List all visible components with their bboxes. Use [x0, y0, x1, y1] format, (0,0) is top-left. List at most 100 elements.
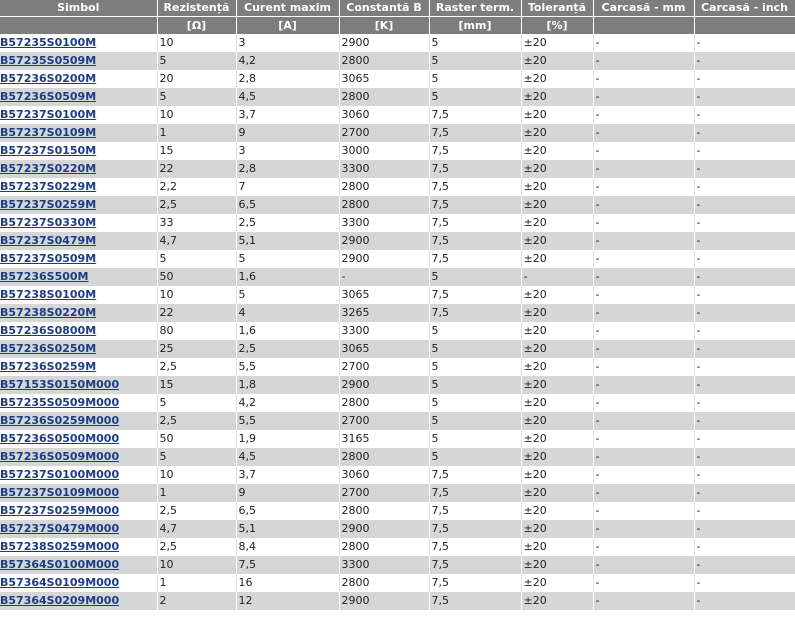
cell-carcasa-inch: -	[694, 520, 795, 538]
product-link[interactable]: B57236S0509M	[0, 90, 96, 103]
table-header: Simbol Rezistență Curent maxim Constantă BR…	[0, 0, 795, 34]
product-link[interactable]: B57364S0209M000	[0, 594, 119, 607]
cell-curent: 5,5	[236, 412, 340, 430]
cell-carcasa-mm: -	[593, 322, 695, 340]
product-link[interactable]: B57237S0479M	[0, 234, 96, 247]
cell-constanta: 3300	[339, 556, 430, 574]
product-link[interactable]: B57237S0330M	[0, 216, 96, 229]
cell-toleranta: ±20	[521, 322, 594, 340]
product-link[interactable]: B57236S500M	[0, 270, 88, 283]
unit-cell: [mm]	[429, 16, 522, 34]
table-row: B57236S0250M 25 2,5 3065 5 ±20- -	[0, 340, 795, 358]
product-link[interactable]: B57237S0100M	[0, 108, 96, 121]
cell-raster: 7,5	[429, 484, 522, 502]
product-link[interactable]: B57237S0220M	[0, 162, 96, 175]
cell-toleranta: ±20	[521, 574, 594, 592]
product-link[interactable]: B57237S0509M	[0, 252, 96, 265]
cell-constanta: 2800	[339, 178, 430, 196]
cell-carcasa-inch: -	[694, 88, 795, 106]
cell-raster: 7,5	[429, 214, 522, 232]
product-link[interactable]: B57237S0479M000	[0, 522, 119, 535]
product-link[interactable]: B57238S0100M	[0, 288, 96, 301]
product-link[interactable]: B57236S0250M	[0, 342, 96, 355]
product-link[interactable]: B57237S0109M000	[0, 486, 119, 499]
product-link[interactable]: B57235S0509M000	[0, 396, 119, 409]
cell-raster: 5	[429, 430, 522, 448]
cell-constanta: 2800	[339, 448, 430, 466]
cell-constanta: 3065	[339, 70, 430, 88]
cell-simbol: B57237S0150M	[0, 142, 158, 160]
product-link[interactable]: B57235S0100M	[0, 36, 96, 49]
cell-rezistenta: 50	[157, 268, 237, 286]
cell-carcasa-inch: -	[694, 376, 795, 394]
cell-carcasa-mm: -	[593, 34, 695, 52]
header-row: Simbol Rezistență Curent maxim Constantă BR…	[0, 0, 795, 17]
cell-curent: 9	[236, 124, 340, 142]
product-link[interactable]: B57237S0259M000	[0, 504, 119, 517]
cell-rezistenta: 5	[157, 394, 237, 412]
cell-carcasa-mm: -	[593, 592, 695, 610]
cell-constanta: 2800	[339, 52, 430, 70]
product-link[interactable]: B57364S0100M000	[0, 558, 119, 571]
product-link[interactable]: B57238S0220M	[0, 306, 96, 319]
cell-carcasa-inch: -	[694, 142, 795, 160]
cell-simbol: B57236S0259M000	[0, 412, 158, 430]
cell-simbol: B57237S0109M000	[0, 484, 158, 502]
product-link[interactable]: B57235S0509M	[0, 54, 96, 67]
product-link[interactable]: B57237S0229M	[0, 180, 96, 193]
product-link[interactable]: B57237S0150M	[0, 144, 96, 157]
cell-simbol: B57364S0109M000	[0, 574, 158, 592]
cell-rezistenta: 1	[157, 574, 237, 592]
product-link[interactable]: B57364S0109M000	[0, 576, 119, 589]
product-link[interactable]: B57153S0150M000	[0, 378, 119, 391]
cell-raster: 5	[429, 34, 522, 52]
cell-constanta: 2800	[339, 394, 430, 412]
cell-simbol: B57237S0479M000	[0, 520, 158, 538]
unit-cell	[593, 16, 695, 34]
product-link[interactable]: B57238S0259M000	[0, 540, 119, 553]
product-link[interactable]: B57237S0100M000	[0, 468, 119, 481]
unit-cell: [%]	[521, 16, 594, 34]
cell-toleranta: ±20	[521, 412, 594, 430]
cell-toleranta: ±20	[521, 520, 594, 538]
cell-carcasa-inch: -	[694, 448, 795, 466]
unit-cell	[0, 16, 158, 34]
product-link[interactable]: B57237S0109M	[0, 126, 96, 139]
cell-simbol: B57364S0209M000	[0, 592, 158, 610]
product-link[interactable]: B57236S0259M	[0, 360, 96, 373]
table-row: B57238S0259M000 2,5 8,4 2800 7,5 ±20- -	[0, 538, 795, 556]
cell-simbol: B57236S0800M	[0, 322, 158, 340]
cell-rezistenta: 33	[157, 214, 237, 232]
cell-constanta: 2700	[339, 358, 430, 376]
cell-raster: 5	[429, 70, 522, 88]
cell-carcasa-mm: -	[593, 106, 695, 124]
cell-raster: 7,5	[429, 232, 522, 250]
cell-simbol: B57236S500M	[0, 268, 158, 286]
table-row: B57235S0509M000 5 4,2 2800 5 ±20- -	[0, 394, 795, 412]
column-header-curent-maxim: Curent maxim	[236, 0, 340, 17]
product-link[interactable]: B57236S0800M	[0, 324, 96, 337]
cell-simbol: B57235S0509M	[0, 52, 158, 70]
cell-toleranta: ±20	[521, 196, 594, 214]
product-link[interactable]: B57236S0509M000	[0, 450, 119, 463]
cell-carcasa-inch: -	[694, 466, 795, 484]
product-link[interactable]: B57237S0259M	[0, 198, 96, 211]
cell-toleranta: ±20	[521, 394, 594, 412]
cell-simbol: B57235S0100M	[0, 34, 158, 52]
cell-constanta: 3065	[339, 340, 430, 358]
cell-simbol: B57364S0100M000	[0, 556, 158, 574]
product-link[interactable]: B57236S0500M000	[0, 432, 119, 445]
column-header-toleranta: Toleranță	[521, 0, 594, 17]
column-header-carcasa-mm: Carcasă - mm	[593, 0, 695, 17]
cell-carcasa-inch: -	[694, 592, 795, 610]
cell-raster: 7,5	[429, 142, 522, 160]
cell-constanta: 2900	[339, 520, 430, 538]
cell-carcasa-mm: -	[593, 52, 695, 70]
products-table: Simbol Rezistență Curent maxim Constantă BR…	[0, 0, 795, 610]
cell-curent: 4,2	[236, 394, 340, 412]
cell-rezistenta: 10	[157, 106, 237, 124]
table-row: B57153S0150M000 15 1,8 2900 5 ±20- -	[0, 376, 795, 394]
units-row: [Ω] [A] [K] [mm] [%]	[0, 16, 795, 34]
product-link[interactable]: B57236S0200M	[0, 72, 96, 85]
product-link[interactable]: B57236S0259M000	[0, 414, 119, 427]
